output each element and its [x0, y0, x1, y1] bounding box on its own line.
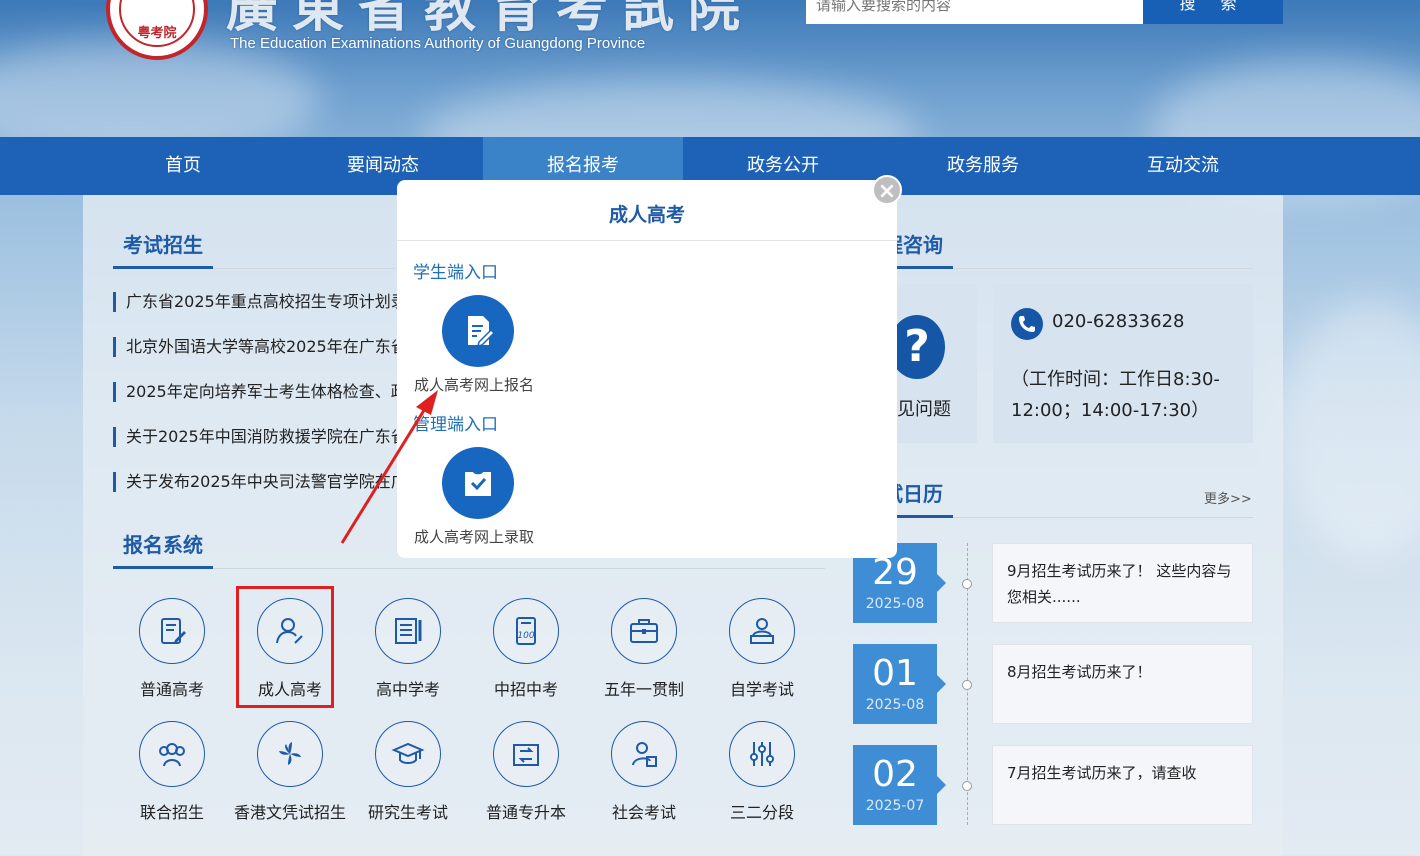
reg-item-label: 普通专升本: [485, 803, 566, 822]
calendar-more-link[interactable]: 更多>>: [1204, 488, 1252, 507]
search-button[interactable]: 搜 索: [1143, 0, 1283, 24]
site-header: 粤考院 廣東省教育考試院 The Education Examinations …: [0, 0, 1420, 137]
section-divider: [113, 568, 825, 569]
reg-item-label: 自学考试: [729, 680, 794, 699]
section-underline: [113, 566, 213, 569]
student-section-title: 学生端入口: [413, 263, 498, 283]
modal-close-button[interactable]: ×: [872, 175, 902, 205]
reg-item-label: 普通高考: [139, 680, 204, 699]
timeline-dot: [962, 579, 972, 589]
reg-item-label: 香港文凭试招生: [233, 803, 346, 822]
timeline-dot: [962, 680, 972, 690]
reg-item-upgrade[interactable]: 普通专升本: [467, 721, 585, 823]
social-exam-icon: [611, 721, 677, 787]
calendar-month: 2025-07: [865, 798, 925, 814]
calendar-item[interactable]: 9月招生考试历来了！ 这些内容与您相关......: [992, 543, 1253, 623]
adult-gaokao-modal: 成人高考 学生端入口 成人高考网上报名 管理端入口 成人高考网上录取: [397, 180, 897, 558]
phone-card: 020-62833628 （工作时间：工作日8:30-12:00；14:00-1…: [993, 284, 1253, 443]
reg-item-zhongkao[interactable]: 100 中招中考: [467, 598, 585, 700]
reg-item-label: 三二分段: [729, 803, 794, 822]
reg-item-five-year[interactable]: 五年一贯制: [585, 598, 703, 700]
reg-item-hs-academic[interactable]: 高中学考: [349, 598, 467, 700]
self-study-icon: [729, 598, 795, 664]
briefcase-icon: [611, 598, 677, 664]
timeline-dot: [962, 781, 972, 791]
news-item[interactable]: 广东省2025年重点高校招生专项计划录: [113, 292, 407, 312]
question-icon: ?: [889, 315, 945, 379]
reg-item-label: 研究生考试: [367, 803, 448, 822]
upgrade-icon: [493, 721, 559, 787]
graduation-cap-icon: [375, 721, 441, 787]
modal-title: 成人高考: [608, 204, 685, 226]
reg-item-hkdse[interactable]: 香港文凭试招生: [231, 721, 349, 823]
calendar-day: 02: [872, 754, 918, 795]
modal-divider: [397, 240, 897, 241]
calendar-month: 2025-08: [865, 596, 925, 612]
section-title-exam-news: 考试招生: [123, 233, 203, 257]
site-title-en: The Education Examinations Authority of …: [230, 35, 646, 52]
calendar-item[interactable]: 8月招生考试历来了！: [992, 644, 1253, 724]
faq-label: 见问题: [897, 399, 951, 420]
work-hours: （工作时间：工作日8:30-12:00；14:00-17:30）: [1011, 369, 1220, 421]
calendar-month: 2025-08: [865, 697, 925, 713]
score-sheet-icon: 100: [493, 598, 559, 664]
sliders-icon: [729, 721, 795, 787]
emblem-text: 粤考院: [137, 26, 177, 41]
nav-item-home[interactable]: 首页: [83, 137, 283, 195]
reg-item-label: 中招中考: [493, 680, 558, 699]
highlight-box: [236, 586, 334, 708]
reg-item-label: 社会考试: [611, 803, 676, 822]
reg-item-social-exam[interactable]: 社会考试: [585, 721, 703, 823]
reg-item-label: 五年一贯制: [603, 680, 684, 699]
nav-item-interaction[interactable]: 互动交流: [1083, 137, 1283, 195]
site-emblem-logo[interactable]: 粤考院: [106, 0, 208, 60]
reg-item-three-two[interactable]: 三二分段: [703, 721, 821, 823]
calendar-item[interactable]: 7月招生考试历来了，请查收: [992, 745, 1253, 825]
calendar-pointer: [937, 776, 946, 794]
section-underline: [113, 266, 213, 269]
news-item[interactable]: 北京外国语大学等高校2025年在广东省: [113, 337, 407, 357]
online-admission-icon[interactable]: [442, 447, 514, 519]
online-registration-icon[interactable]: [442, 295, 514, 367]
reg-item-joint-admission[interactable]: 联合招生: [113, 721, 231, 823]
search-input[interactable]: [806, 0, 1143, 24]
phone-icon: [1011, 308, 1043, 340]
reg-item-postgraduate[interactable]: 研究生考试: [349, 721, 467, 823]
annotation-arrow: [340, 390, 438, 544]
calendar-pointer: [937, 574, 946, 592]
bauhinia-icon: [257, 721, 323, 787]
calendar-date: 01 2025-08: [853, 644, 937, 724]
svg-text:100: 100: [517, 631, 534, 641]
book-icon: [375, 598, 441, 664]
reg-item-self-study[interactable]: 自学考试: [703, 598, 821, 700]
reg-item-general-gaokao[interactable]: 普通高考: [113, 598, 231, 700]
nav-item-services[interactable]: 政务服务: [883, 137, 1083, 195]
calendar-pointer: [937, 675, 946, 693]
phone-number[interactable]: 020-62833628: [1052, 311, 1184, 332]
section-title-registration: 报名系统: [123, 533, 203, 557]
reg-item-label: 联合招生: [139, 803, 204, 822]
calendar-day: 01: [872, 653, 918, 694]
group-icon: [139, 721, 205, 787]
reg-item-label: 高中学考: [375, 680, 440, 699]
background-cloud: [1280, 300, 1420, 560]
exam-paper-icon: [139, 598, 205, 664]
calendar-date: 02 2025-07: [853, 745, 937, 825]
